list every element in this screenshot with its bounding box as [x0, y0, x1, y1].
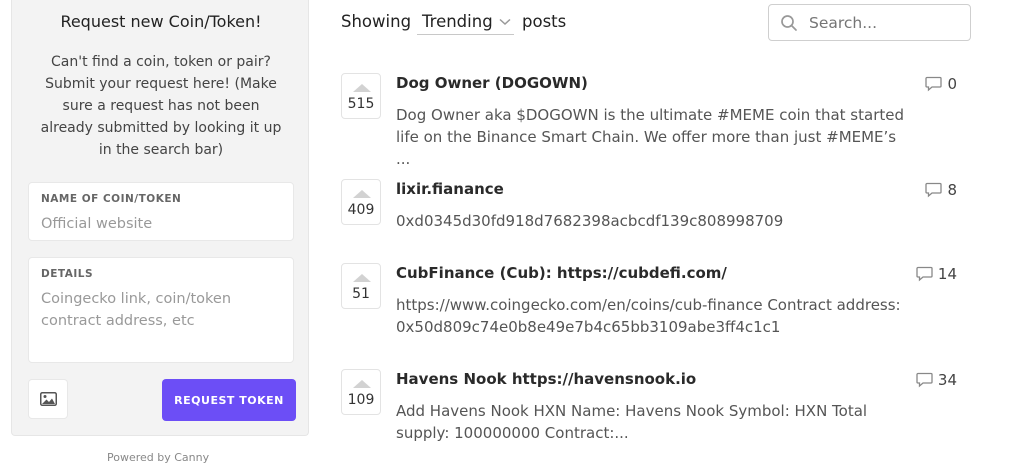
comment-count: 14 — [916, 265, 957, 283]
post-title[interactable]: lixir.fianance — [396, 180, 504, 198]
showing-label: Showing — [341, 12, 412, 31]
coin-name-input[interactable]: Official website — [41, 213, 276, 235]
upvote-button[interactable]: 409 — [341, 179, 381, 225]
upvote-arrow-icon — [353, 190, 371, 198]
coin-name-field[interactable]: NAME OF COIN/TOKEN Official website — [28, 182, 294, 241]
coin-name-label: NAME OF COIN/TOKEN — [41, 193, 182, 205]
request-description: Can't find a coin, token or pair? Submit… — [40, 54, 282, 158]
upvote-arrow-icon — [353, 380, 371, 388]
upvote-button[interactable]: 51 — [341, 263, 381, 309]
post-description: Dog Owner aka $DOGOWN is the ultimate #M… — [396, 106, 904, 168]
search-icon — [781, 15, 797, 31]
upvote-button[interactable]: 109 — [341, 369, 381, 415]
request-title: Request new Coin/Token! — [60, 12, 262, 31]
sort-dropdown[interactable]: Trending — [417, 9, 514, 35]
posts-label: posts — [522, 12, 567, 31]
sort-value: Trending — [422, 12, 493, 31]
upvote-arrow-icon — [353, 274, 371, 282]
comment-count-value: 14 — [937, 265, 957, 283]
post-description: https://www.coingecko.com/en/coins/cub-f… — [396, 296, 901, 336]
comment-count: 0 — [925, 75, 957, 93]
comment-count-value: 8 — [947, 181, 957, 199]
chevron-down-icon — [499, 18, 511, 25]
post-title[interactable]: CubFinance (Cub): https://cubdefi.com/ — [396, 264, 727, 282]
request-token-button[interactable]: REQUEST TOKEN — [162, 379, 296, 421]
comment-count: 34 — [916, 371, 957, 389]
image-icon — [39, 392, 57, 406]
comment-icon — [925, 182, 943, 198]
vote-count: 409 — [347, 202, 375, 218]
vote-count: 515 — [347, 96, 375, 112]
upvote-arrow-icon — [353, 84, 371, 92]
powered-by-link[interactable]: Powered by Canny — [107, 451, 209, 464]
comment-count: 8 — [925, 181, 957, 199]
vote-count: 109 — [347, 392, 375, 408]
search-box[interactable] — [768, 4, 971, 41]
request-panel: Request new Coin/Token! Can't find a coi… — [11, 0, 309, 436]
post-description: 0xd0345d30fd918d7682398acbcdf139c8089987… — [396, 212, 784, 230]
upvote-button[interactable]: 515 — [341, 73, 381, 119]
vote-count: 51 — [352, 286, 370, 302]
details-input[interactable]: Coingecko link, coin/token contract addr… — [41, 288, 276, 332]
comment-count-value: 0 — [947, 75, 957, 93]
post-title[interactable]: Dog Owner (DOGOWN) — [396, 74, 588, 92]
post-title[interactable]: Havens Nook https://havensnook.io — [396, 370, 696, 388]
comment-icon — [916, 372, 933, 388]
attach-image-button[interactable] — [28, 379, 68, 419]
details-label: DETAILS — [41, 268, 94, 280]
comment-icon — [925, 76, 943, 92]
details-field[interactable]: DETAILS Coingecko link, coin/token contr… — [28, 257, 294, 363]
search-input[interactable] — [809, 14, 959, 32]
comment-icon — [916, 266, 933, 282]
comment-count-value: 34 — [937, 371, 957, 389]
post-description: Add Havens Nook HXN Name: Havens Nook Sy… — [396, 402, 868, 442]
